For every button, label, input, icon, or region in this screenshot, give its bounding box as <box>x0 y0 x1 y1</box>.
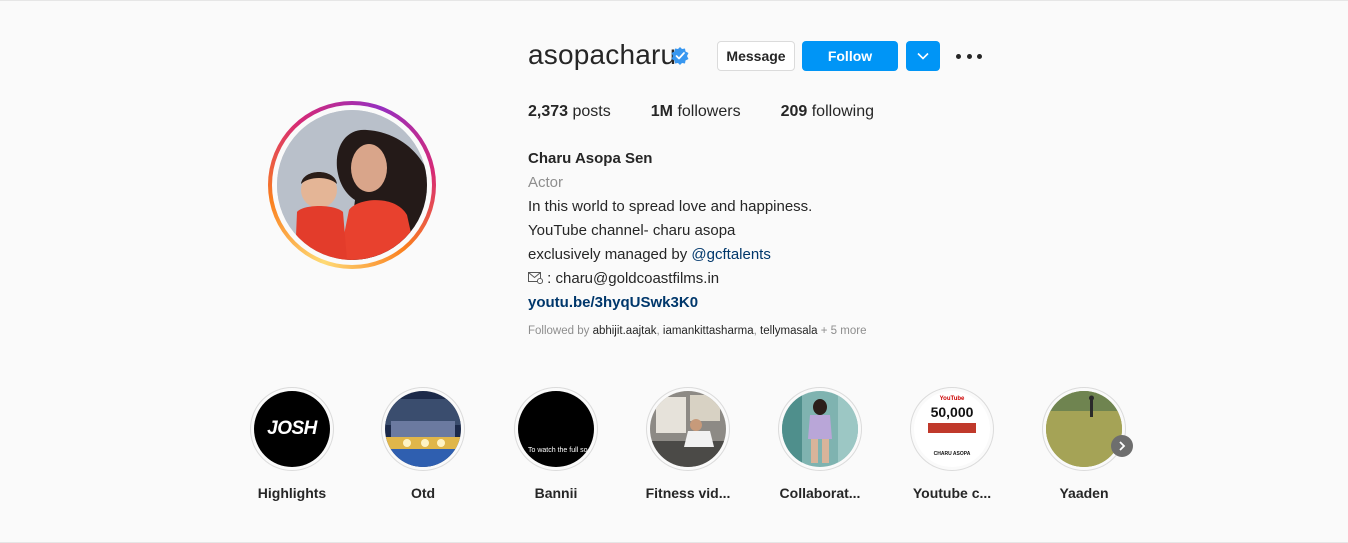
highlight-cover <box>650 391 726 467</box>
highlight-cover-ring <box>381 387 465 471</box>
highlight-photo <box>650 391 726 467</box>
posts-label: posts <box>572 103 611 120</box>
highlight-cover <box>385 391 461 467</box>
avatar[interactable] <box>277 110 427 260</box>
follow-button[interactable]: Follow <box>802 41 898 71</box>
highlight-cover-text: JOSH <box>267 418 317 439</box>
highlight-cover-ring: To watch the full so... <box>514 387 598 471</box>
profile-avatar-ring[interactable] <box>268 101 436 269</box>
highlight-cover <box>782 391 858 467</box>
highlight-photo <box>385 391 461 467</box>
followers-label: followers <box>677 103 741 120</box>
following-label: following <box>811 103 874 120</box>
highlight-cover-top: YouTube <box>939 396 965 402</box>
posts-count: 2,373 <box>528 103 569 120</box>
highlight-cover-text: To watch the full so... <box>528 447 594 454</box>
highlight-cover-text: 50,000 <box>930 404 974 420</box>
highlight-cover-ring: JOSH <box>250 387 334 471</box>
bio-line: YouTube channel- charu asopa <box>528 222 736 239</box>
highlight-item[interactable]: Otd <box>368 387 478 501</box>
highlight-cover-ring <box>778 387 862 471</box>
highlight-cover <box>1046 391 1122 467</box>
highlight-item[interactable]: JOSH Highlights <box>237 387 347 501</box>
highlight-label: Yaaden <box>1059 485 1109 501</box>
verified-badge-icon <box>671 47 689 65</box>
highlight-label: Otd <box>410 485 436 501</box>
bio-mention-link[interactable]: @gcftalents <box>691 246 770 263</box>
chevron-right-icon <box>1119 441 1126 451</box>
followed-by-more: + 5 more <box>817 325 867 337</box>
chevron-down-icon <box>917 52 929 60</box>
options-button[interactable] <box>956 45 982 67</box>
profile-stats: 2,373 posts 1M followers 209 following <box>528 103 914 121</box>
highlight-label: Highlights <box>257 485 327 501</box>
highlight-item[interactable]: Fitness vid... <box>633 387 743 501</box>
message-button[interactable]: Message <box>717 41 795 71</box>
more-dot-icon <box>977 53 982 59</box>
highlight-photo <box>782 391 858 467</box>
bio-line: In this world to spread love and happine… <box>528 198 813 215</box>
posts-stat: 2,373 posts <box>528 103 611 121</box>
highlight-cover: YouTube 50,000 CHARU ASOPA <box>914 391 990 467</box>
avatar-photo <box>277 110 427 260</box>
envelope-icon <box>528 272 544 285</box>
highlight-label: Youtube c... <box>912 485 992 501</box>
highlight-label: Collaborat... <box>779 485 861 501</box>
followed-by-user: iamankittasharma <box>662 325 754 337</box>
highlight-item[interactable]: Collaborat... <box>765 387 875 501</box>
highlight-item[interactable]: YouTube 50,000 CHARU ASOPA Youtube c... <box>897 387 1007 501</box>
followed-by-user: abhijit.aajtak <box>592 325 657 337</box>
profile-username: asopacharu <box>528 39 677 70</box>
following-count: 209 <box>780 103 808 120</box>
highlight-photo <box>1046 391 1122 467</box>
followed-by-user: tellymasala <box>760 325 818 337</box>
more-dot-icon <box>956 53 961 59</box>
followed-by-prefix: Followed by <box>528 325 593 337</box>
bio-email: : charu@goldcoastfilms.in <box>547 270 720 287</box>
profile-bio: Charu Asopa Sen Actor In this world to s… <box>528 147 1128 315</box>
bio-email-line: : charu@goldcoastfilms.in <box>528 267 1128 291</box>
highlight-cover: JOSH <box>254 391 330 467</box>
highlight-item[interactable]: To watch the full so... Bannii <box>501 387 611 501</box>
following-stat[interactable]: 209 following <box>781 103 874 121</box>
suggested-accounts-button[interactable] <box>906 41 940 71</box>
more-dot-icon <box>966 53 972 59</box>
highlight-cover-sub: CHARU ASOPA <box>933 451 971 457</box>
bio-full-name: Charu Asopa Sen <box>528 150 653 167</box>
bio-managed-text: exclusively managed by <box>528 246 692 263</box>
highlight-cover-ring <box>646 387 730 471</box>
highlights-next-button[interactable] <box>1111 435 1133 457</box>
followers-stat[interactable]: 1M followers <box>651 103 741 121</box>
bio-website-link[interactable]: youtu.be/3hyqUSwk3K0 <box>528 291 1128 315</box>
followed-by[interactable]: Followed by abhijit.aajtak, iamankittash… <box>528 325 866 337</box>
bio-category: Actor <box>528 174 564 191</box>
highlight-label: Bannii <box>534 485 578 501</box>
followers-count: 1M <box>650 103 673 120</box>
highlight-cover: To watch the full so... <box>518 391 594 467</box>
highlight-cover-banner <box>928 423 976 433</box>
highlight-cover-ring <box>1042 387 1126 471</box>
bio-line: exclusively managed by @gcftalents <box>528 243 1128 267</box>
highlight-label: Fitness vid... <box>645 485 731 501</box>
highlight-cover-ring: YouTube 50,000 CHARU ASOPA <box>910 387 994 471</box>
